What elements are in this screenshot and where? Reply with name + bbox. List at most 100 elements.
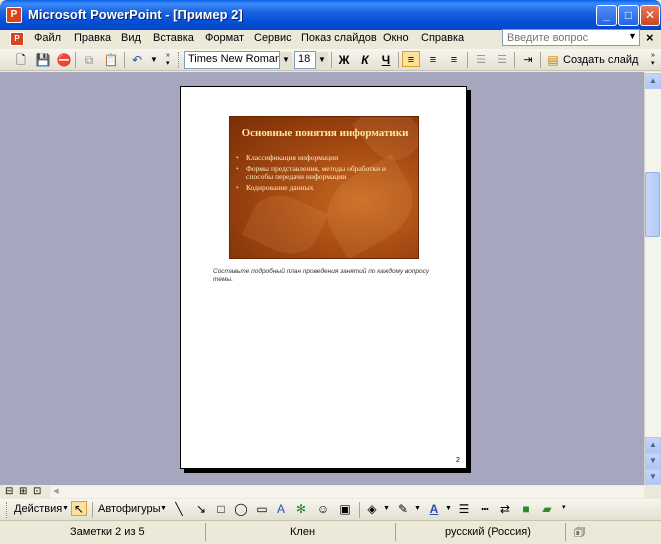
copy-icon[interactable]: ⧉: [80, 52, 98, 68]
fill-color-dropdown-icon[interactable]: ▼: [383, 505, 390, 512]
toolbar-separator: [75, 52, 76, 68]
status-language: русский (Россия): [445, 526, 531, 538]
font-size-dropdown-icon[interactable]: ▼: [316, 52, 328, 68]
toolbar-separator: [359, 502, 360, 518]
align-left-icon[interactable]: ≡: [402, 51, 420, 67]
toolbar-separator: [540, 52, 541, 68]
undo-icon[interactable]: ↶: [128, 52, 146, 68]
menu-format[interactable]: Формат: [205, 32, 244, 44]
3d-style-icon[interactable]: ▰: [539, 502, 555, 517]
shadow-style-icon[interactable]: ■: [518, 502, 534, 517]
font-color-dropdown-icon[interactable]: ▼: [445, 505, 452, 512]
slide-bullet[interactable]: Классификация информации: [236, 153, 415, 163]
clipart-icon[interactable]: ☺: [315, 502, 331, 517]
status-design-template: Клен: [290, 526, 316, 538]
textbox-tool-icon[interactable]: ▭: [254, 502, 270, 517]
scroll-down-page-icon[interactable]: ▼: [645, 453, 661, 469]
menu-edit[interactable]: Правка: [74, 32, 111, 44]
help-dropdown-arrow-icon[interactable]: ▼: [628, 31, 637, 41]
spelling-status-icon[interactable]: 🗊: [574, 523, 585, 544]
menu-view[interactable]: Вид: [121, 32, 141, 44]
window-title: Microsoft PowerPoint - [Пример 2]: [28, 7, 243, 22]
new-slide-icon[interactable]: ▤: [544, 52, 562, 68]
toolbar-grip[interactable]: [178, 52, 181, 68]
slide-bullet[interactable]: Кодирование данных: [236, 183, 415, 193]
font-size-combo[interactable]: 18: [294, 51, 316, 69]
dash-style-icon[interactable]: ┅: [477, 502, 493, 517]
scroll-up-icon[interactable]: ▲: [645, 73, 661, 89]
permission-icon[interactable]: ⛔: [55, 52, 73, 68]
line-tool-icon[interactable]: ╲: [171, 502, 187, 517]
slide-thumbnail[interactable]: Основные понятия информатики Классификац…: [229, 116, 419, 259]
autoshapes-dropdown-icon[interactable]: ▼: [160, 505, 167, 512]
italic-button[interactable]: К: [356, 52, 374, 68]
font-color-icon[interactable]: A: [426, 502, 442, 517]
align-center-icon[interactable]: ≡: [424, 52, 442, 68]
slide-bullet[interactable]: Формы представления, методы обработки и …: [236, 164, 415, 181]
fill-color-icon[interactable]: ◈: [364, 502, 380, 517]
actions-dropdown-icon[interactable]: ▼: [62, 505, 69, 512]
toolbar-separator: [514, 52, 515, 68]
align-right-icon[interactable]: ≡: [445, 52, 463, 68]
menu-slide-show[interactable]: Показ слайдов: [301, 32, 377, 44]
slide-show-view-icon[interactable]: ⊡: [33, 486, 41, 497]
close-document-button[interactable]: ×: [646, 30, 654, 45]
slide-sorter-view-icon[interactable]: ⊞: [19, 486, 27, 497]
menu-window[interactable]: Окно: [383, 32, 409, 44]
autoshapes-menu-button[interactable]: Автофигуры: [98, 503, 161, 515]
font-name-dropdown-icon[interactable]: ▼: [280, 52, 292, 68]
select-pointer-icon[interactable]: ↖: [71, 501, 87, 516]
menu-tools[interactable]: Сервис: [254, 32, 292, 44]
toolbar-options-icon[interactable]: ▾: [562, 504, 566, 512]
line-color-dropdown-icon[interactable]: ▼: [414, 505, 421, 512]
line-style-icon[interactable]: ☰: [456, 502, 472, 517]
create-slide-button[interactable]: Создать слайд: [563, 54, 638, 66]
line-color-icon[interactable]: ✎: [395, 502, 411, 517]
slide-bullet-text: Классификация информации: [246, 153, 339, 162]
toolbar-grip[interactable]: [6, 502, 9, 518]
insert-picture-icon[interactable]: ▣: [337, 502, 353, 517]
page-number: 2: [456, 457, 460, 464]
toolbar-options-icon[interactable]: » ▾: [166, 52, 174, 68]
scroll-thumb[interactable]: [645, 172, 660, 237]
rectangle-tool-icon[interactable]: □: [213, 502, 229, 517]
status-separator: [565, 523, 566, 541]
scroll-up-page-icon[interactable]: ▲: [645, 437, 661, 453]
slide-bullet-text: Формы представления, методы обработки и …: [246, 164, 387, 181]
arrow-style-icon[interactable]: ⇄: [497, 502, 513, 517]
new-document-icon[interactable]: 🗋: [12, 52, 30, 68]
save-icon[interactable]: 💾: [34, 52, 52, 68]
vertical-scrollbar[interactable]: [644, 72, 661, 485]
bold-button[interactable]: Ж: [335, 52, 353, 68]
slide-bullet-text: Кодирование данных: [246, 183, 314, 192]
scroll-left-icon[interactable]: ◀: [50, 486, 62, 498]
horizontal-scrollbar[interactable]: [50, 486, 644, 498]
slide-title[interactable]: Основные понятия информатики: [230, 127, 418, 139]
increase-indent-icon[interactable]: ⇥: [519, 52, 537, 68]
actions-menu-button[interactable]: Действия: [14, 503, 62, 515]
paste-icon[interactable]: 📋: [102, 52, 120, 68]
help-question-input[interactable]: [502, 29, 640, 46]
bullets-icon[interactable]: ☰: [493, 52, 511, 68]
arrow-tool-icon[interactable]: ↘: [193, 502, 209, 517]
document-icon[interactable]: P: [10, 32, 24, 46]
menu-help[interactable]: Справка: [421, 32, 464, 44]
scroll-down-icon[interactable]: ▼: [645, 469, 661, 485]
powerpoint-app-icon[interactable]: P: [6, 7, 22, 23]
close-button[interactable]: ✕: [640, 5, 660, 26]
oval-tool-icon[interactable]: ◯: [233, 502, 249, 517]
menu-file[interactable]: Файл: [34, 32, 61, 44]
undo-dropdown-icon[interactable]: ▼: [145, 52, 163, 68]
font-name-combo[interactable]: Times New Roman: [184, 51, 280, 69]
underline-button[interactable]: Ч: [377, 52, 395, 68]
notes-text[interactable]: Составьте подробный план проведения заня…: [213, 268, 433, 284]
numbering-icon[interactable]: ☰: [472, 52, 490, 68]
minimize-button[interactable]: _: [596, 5, 617, 26]
toolbar-separator: [398, 52, 399, 68]
menu-insert[interactable]: Вставка: [153, 32, 194, 44]
maximize-button[interactable]: □: [618, 5, 639, 26]
toolbar-overflow-icon[interactable]: » ▾: [651, 52, 659, 68]
normal-view-icon[interactable]: ⊟: [5, 486, 13, 497]
wordart-icon[interactable]: A: [273, 502, 289, 517]
diagram-icon[interactable]: ✻: [293, 502, 309, 517]
